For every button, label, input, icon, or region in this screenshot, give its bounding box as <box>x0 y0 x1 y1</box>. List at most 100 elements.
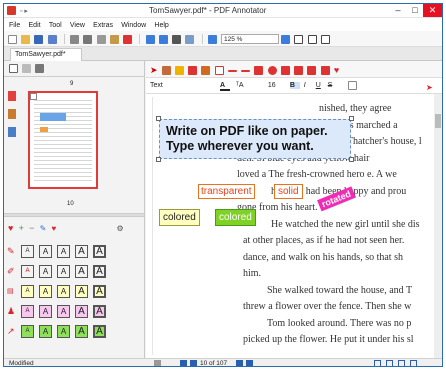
redo-icon[interactable] <box>158 34 168 44</box>
two-pages-icon[interactable] <box>320 34 330 44</box>
stamp-option[interactable]: A <box>75 264 88 278</box>
page-indicator[interactable]: 10 of 107 <box>200 360 227 366</box>
menu-window[interactable]: Window <box>121 22 146 29</box>
zoom-in-icon[interactable] <box>281 34 291 44</box>
stamp-option[interactable]: A <box>57 284 70 298</box>
single-page-view-icon[interactable] <box>374 360 381 366</box>
continuous-view-icon[interactable] <box>398 360 405 366</box>
selection-handle[interactable] <box>349 157 354 162</box>
bold-button[interactable]: B <box>289 82 300 90</box>
scrollbar-thumb[interactable] <box>435 114 441 128</box>
bookmark-side-tab[interactable] <box>8 91 16 101</box>
first-page-button[interactable] <box>180 360 187 366</box>
fit-page-icon[interactable] <box>294 34 304 44</box>
double-page-view-icon[interactable] <box>386 360 393 366</box>
menu-extras[interactable]: Extras <box>93 22 113 29</box>
selection-handle[interactable] <box>156 157 161 162</box>
arrow-icon[interactable] <box>241 69 251 72</box>
prev-page-button[interactable] <box>190 360 197 366</box>
stamp-option[interactable]: A <box>75 304 88 318</box>
copy-icon[interactable] <box>96 34 106 44</box>
find-icon[interactable] <box>172 34 182 44</box>
stamp-option[interactable]: A <box>57 244 70 258</box>
link-icon[interactable] <box>294 66 304 76</box>
marker-icon[interactable] <box>201 66 211 76</box>
selection-handle[interactable] <box>156 116 161 121</box>
stamp-option[interactable]: A <box>93 244 106 258</box>
transparent-label[interactable]: transparent <box>198 184 255 199</box>
cut-icon[interactable] <box>83 34 93 44</box>
stamp-option[interactable]: A <box>75 284 88 298</box>
tools-icon[interactable] <box>35 64 45 74</box>
print-icon[interactable] <box>70 34 80 44</box>
heart-small-icon[interactable]: ♥ <box>52 224 57 233</box>
settings-icon[interactable]: ⚙ <box>117 224 124 233</box>
image-icon[interactable] <box>320 66 330 76</box>
menu-view[interactable]: View <box>70 22 85 29</box>
vertical-scrollbar[interactable] <box>434 94 442 358</box>
text-callout-annotation[interactable]: Write on PDF like on paper. Type whereve… <box>159 119 351 159</box>
selection-handle[interactable] <box>349 116 354 121</box>
remove-icon[interactable]: − <box>29 223 34 233</box>
next-page-button[interactable] <box>236 360 243 366</box>
line-icon[interactable] <box>227 69 237 72</box>
favorite-heart-icon[interactable]: ♥ <box>334 65 339 75</box>
open-icon[interactable] <box>21 34 31 44</box>
heart-icon[interactable]: ♥ <box>8 223 13 233</box>
stamp-option[interactable]: A <box>57 264 70 278</box>
full-view-icon[interactable] <box>410 360 417 366</box>
text-color-icon[interactable]: A <box>219 82 230 92</box>
stamp-option[interactable]: A <box>57 304 70 318</box>
stamp-option[interactable]: A <box>93 284 106 298</box>
stamp-option[interactable]: A <box>21 244 34 258</box>
last-page-button[interactable] <box>246 360 253 366</box>
stamp-tool-icon[interactable] <box>307 66 317 76</box>
menu-tool[interactable]: Tool <box>49 22 62 29</box>
save-all-icon[interactable] <box>47 34 57 44</box>
stamp-option[interactable]: A <box>21 324 34 338</box>
dropdown-icon[interactable] <box>22 64 32 74</box>
annotation-side-tab[interactable] <box>8 109 16 119</box>
menu-edit[interactable]: Edit <box>29 22 41 29</box>
layout-icon[interactable] <box>185 34 195 44</box>
italic-button[interactable]: I <box>304 82 314 89</box>
close-button[interactable]: ✕ <box>423 4 442 17</box>
zoom-out-icon[interactable] <box>207 34 217 44</box>
stamp-option[interactable]: A <box>21 284 34 298</box>
save-icon[interactable] <box>34 34 44 44</box>
delete-icon[interactable] <box>123 34 133 44</box>
add-icon[interactable]: + <box>19 223 24 233</box>
fit-width-icon[interactable] <box>307 34 317 44</box>
panel-splitter[interactable] <box>4 213 144 217</box>
colored-label-green[interactable]: colored <box>215 209 256 226</box>
text-box-icon[interactable] <box>214 66 224 76</box>
new-icon[interactable] <box>8 34 17 44</box>
stamp-option[interactable]: A <box>93 264 106 278</box>
stamp-option[interactable]: A <box>39 304 52 318</box>
stamp-option[interactable]: A <box>21 264 34 278</box>
solid-label[interactable]: solid <box>274 184 303 199</box>
zoom-field[interactable]: 125 % <box>220 34 279 44</box>
tab-tomsawyer[interactable]: TomSawyer.pdf* <box>10 48 82 61</box>
page-thumbnail-selected[interactable] <box>28 91 98 189</box>
page-icon[interactable] <box>9 64 18 74</box>
font-style-icon[interactable]: ᵀA <box>236 82 260 89</box>
stamp-option[interactable]: A <box>57 324 70 338</box>
rectangle-icon[interactable] <box>254 66 264 76</box>
thumbnail-checkbox[interactable] <box>30 93 37 100</box>
underline-button[interactable]: U <box>316 82 326 89</box>
stamp-option[interactable]: A <box>39 284 52 298</box>
eraser-icon[interactable] <box>280 66 290 76</box>
stamp-option[interactable]: A <box>39 244 52 258</box>
stamp-option[interactable]: A <box>93 304 106 318</box>
menu-file[interactable]: File <box>9 22 20 29</box>
stamp-option[interactable]: A <box>75 324 88 338</box>
menu-help[interactable]: Help <box>154 22 168 29</box>
font-size-field[interactable]: 16 <box>268 82 288 89</box>
minimize-button[interactable]: – <box>389 4 407 17</box>
select-tool-icon[interactable]: ➤ <box>150 65 158 75</box>
hand-tool-icon[interactable] <box>161 66 171 76</box>
attachment-side-tab[interactable] <box>8 127 16 137</box>
undo-icon[interactable] <box>145 34 155 44</box>
stamp-option[interactable]: A <box>39 264 52 278</box>
